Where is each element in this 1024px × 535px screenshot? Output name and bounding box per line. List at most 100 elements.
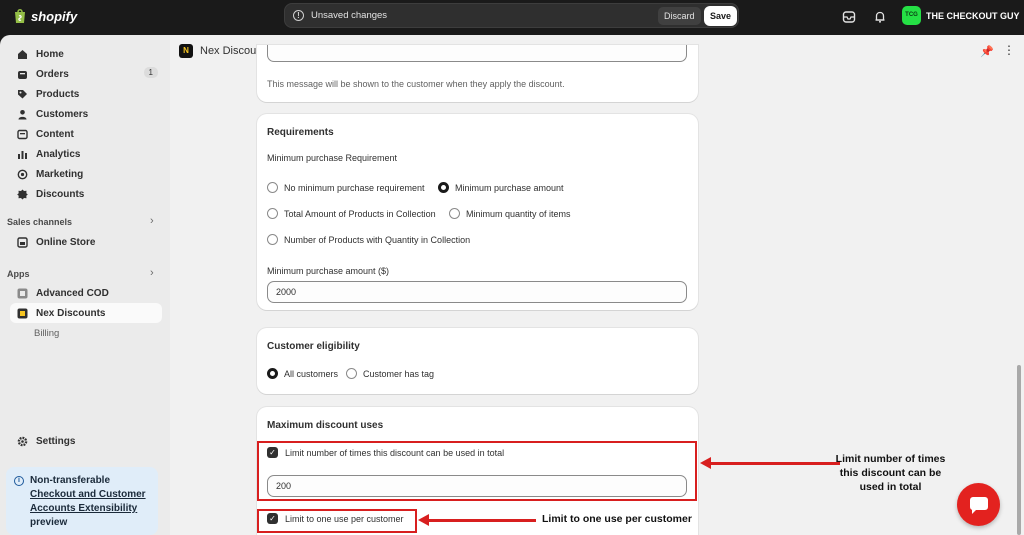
radio-label: Minimum quantity of items [466, 208, 571, 219]
annotation-line: used in total [859, 481, 922, 493]
target-icon [17, 169, 28, 179]
info-icon: ! [293, 10, 304, 21]
sidebar-item-nex-discounts[interactable]: Nex Discounts [10, 303, 162, 323]
radio-button[interactable] [449, 208, 460, 219]
info-icon: i [14, 476, 24, 486]
radio-button[interactable] [267, 234, 278, 245]
chat-widget-button[interactable] [957, 483, 1000, 526]
radio-label: No minimum purchase requirement [284, 182, 425, 193]
notice-link[interactable]: Checkout and Customer Accounts Extensibi… [30, 489, 146, 514]
radio-button[interactable] [267, 208, 278, 219]
annotation-arrow-line [428, 519, 536, 522]
sidebar-item-discounts[interactable]: Discounts [10, 184, 162, 204]
radio-customer-has-tag[interactable]: Customer has tag [346, 368, 434, 379]
save-button[interactable]: Save [704, 6, 737, 26]
sidebar-item-home[interactable]: Home [10, 44, 162, 64]
sidebar-item-customers[interactable]: Customers [10, 104, 162, 124]
sidebar-item-label: Discounts [36, 188, 85, 200]
radio-label: All customers [284, 368, 339, 379]
radio-minimum-amount[interactable]: Minimum purchase amount [438, 182, 564, 193]
shopify-bag-icon [15, 9, 25, 23]
requirements-title: Requirements [267, 127, 334, 138]
annotation-total-uses: Limit number of times this discount can … [828, 452, 953, 494]
store-avatar: TCG [902, 6, 921, 25]
scrollbar-thumb[interactable] [1017, 365, 1021, 535]
minimum-amount-input[interactable]: 2000 [267, 281, 687, 303]
sidebar-item-label: Orders [36, 68, 69, 80]
chevron-right-icon[interactable]: › [150, 215, 154, 227]
minimum-amount-label: Minimum purchase amount ($) [267, 266, 390, 276]
annotation-line: Limit number of times [835, 453, 946, 465]
sidebar: Home Orders 1 Products Customers Content… [0, 35, 170, 535]
sidebar-item-online-store[interactable]: Online Store [10, 232, 162, 252]
sidebar-item-content[interactable]: Content [10, 124, 162, 144]
extensibility-notice: i Non-transferable Checkout and Customer… [6, 467, 158, 535]
pin-icon[interactable]: 📌 [980, 45, 994, 58]
radio-minimum-quantity[interactable]: Minimum quantity of items [449, 208, 571, 219]
store-icon [17, 236, 28, 248]
radio-label: Minimum purchase amount [455, 182, 564, 193]
sidebar-item-label: Products [36, 88, 80, 100]
radio-button[interactable] [267, 182, 278, 193]
requirements-card: Requirements Minimum purchase Requiremen… [257, 114, 698, 310]
radio-button-selected[interactable] [438, 182, 449, 193]
person-icon [18, 109, 27, 119]
notice-text: Non-transferable Checkout and Customer A… [30, 474, 155, 530]
chevron-right-icon[interactable]: › [150, 267, 154, 279]
discount-icon [17, 189, 28, 199]
store-switcher[interactable]: TCG THE CHECKOUT GUY [902, 6, 1020, 25]
sidebar-item-label: Advanced COD [36, 287, 109, 299]
sidebar-item-products[interactable]: Products [10, 84, 162, 104]
highlight-box-one-per-customer [257, 509, 417, 533]
unsaved-changes-bar: ! Unsaved changes Discard Save [284, 3, 739, 28]
inbox-icon[interactable] [842, 10, 856, 24]
radio-label: Total Amount of Products in Collection [284, 208, 436, 219]
sales-channels-label[interactable]: Sales channels [7, 217, 72, 227]
radio-label: Number of Products with Quantity in Coll… [284, 234, 471, 245]
discard-button[interactable]: Discard [658, 7, 701, 25]
sidebar-item-settings[interactable]: Settings [10, 431, 162, 451]
tag-icon [18, 89, 27, 98]
message-help-text: This message will be shown to the custom… [267, 79, 565, 89]
sidebar-item-advanced-cod[interactable]: Advanced COD [10, 283, 162, 303]
annotation-line: this discount can be [839, 467, 942, 479]
sidebar-item-label: Marketing [36, 168, 84, 180]
maximum-discount-uses-title: Maximum discount uses [267, 420, 384, 431]
sidebar-item-analytics[interactable]: Analytics [10, 144, 162, 164]
sidebar-item-label: Home [36, 48, 64, 60]
unsaved-message: Unsaved changes [311, 10, 388, 21]
home-icon [18, 49, 27, 59]
notice-line1: Non-transferable [30, 475, 111, 486]
brand-name: shopify [31, 8, 78, 24]
notice-line3: preview [30, 517, 68, 528]
sidebar-item-label: Content [36, 128, 74, 140]
radio-total-amount-collection[interactable]: Total Amount of Products in Collection [267, 208, 436, 219]
annotation-arrow-line [710, 462, 840, 465]
sidebar-item-label: Analytics [36, 148, 81, 160]
radio-button-selected[interactable] [267, 368, 278, 379]
sidebar-item-label: Customers [36, 108, 89, 120]
scrollbar[interactable] [1016, 65, 1023, 535]
radio-all-customers[interactable]: All customers [267, 368, 338, 379]
radio-no-minimum[interactable]: No minimum purchase requirement [267, 182, 425, 193]
more-options-icon[interactable]: ⋮ [1003, 43, 1015, 57]
message-input[interactable] [267, 45, 687, 62]
sidebar-subitem-billing[interactable]: Billing [34, 328, 59, 339]
bell-icon[interactable] [873, 10, 887, 24]
shopify-logo[interactable]: shopify [13, 8, 77, 24]
sidebar-item-label: Settings [36, 435, 76, 447]
sidebar-item-label: Nex Discounts [36, 307, 106, 319]
radio-number-products-quantity[interactable]: Number of Products with Quantity in Coll… [267, 234, 470, 245]
content-icon [17, 129, 28, 139]
annotation-one-per-customer: Limit to one use per customer [542, 513, 692, 525]
apps-label[interactable]: Apps [7, 269, 30, 279]
customer-eligibility-title: Customer eligibility [267, 341, 360, 352]
sidebar-item-marketing[interactable]: Marketing [10, 164, 162, 184]
sidebar-item-orders[interactable]: Orders 1 [10, 64, 162, 84]
chat-bubble-tail [972, 509, 977, 514]
orders-icon [18, 70, 27, 79]
analytics-icon [18, 150, 27, 159]
sidebar-item-label: Online Store [36, 236, 96, 248]
gear-icon [17, 436, 28, 446]
radio-button[interactable] [346, 368, 357, 379]
